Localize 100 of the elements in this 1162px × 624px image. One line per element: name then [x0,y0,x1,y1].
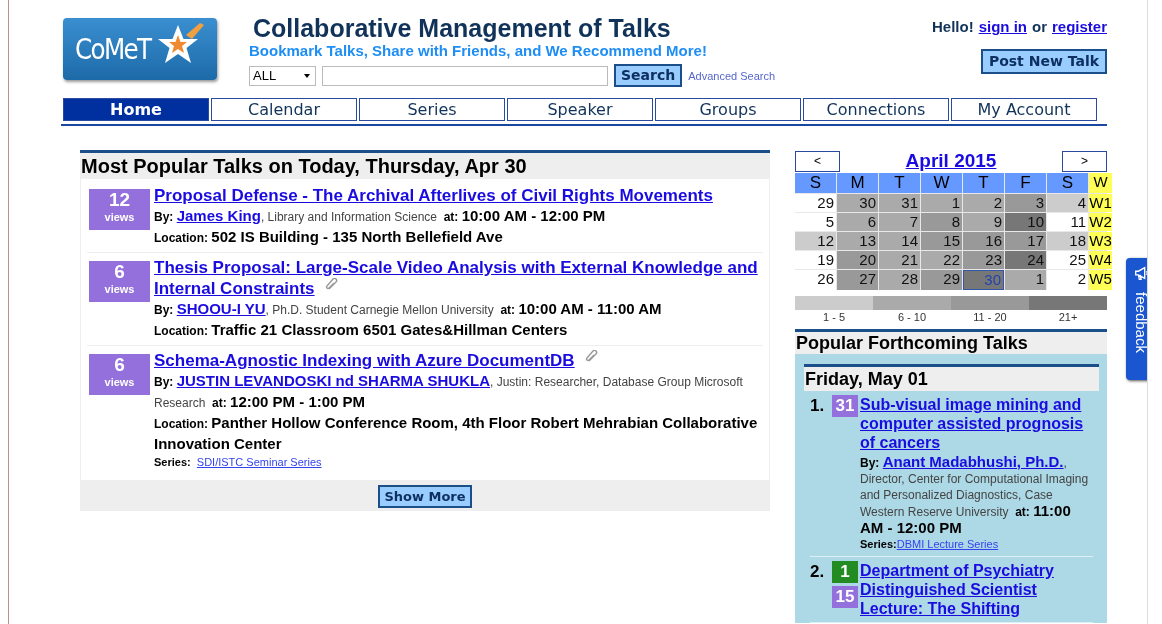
speaker-link[interactable]: SHOOU-I YU [176,300,266,317]
weekday-header: W [921,173,962,193]
calendar-day[interactable]: 29 [795,194,836,212]
speaker-line: By: James King, Library and Information Science at: 10:00 AM - 12:00 PM [154,206,607,226]
show-more-button[interactable]: Show More [378,485,472,508]
calendar-day[interactable]: 18 [1047,232,1088,250]
speaker-line: By: SHOOU-I YU, Ph.D. Student Carnegie Mellon University at: 10:00 AM - 11:00 AM [154,299,663,319]
week-label[interactable]: W2 [1089,213,1112,231]
calendar-day[interactable]: 29 [921,270,962,290]
nav-tab[interactable]: Home [63,98,209,121]
calendar-day[interactable]: 31 [879,194,920,212]
speaker-link[interactable]: James King [176,207,261,224]
week-label[interactable]: W1 [1089,194,1112,212]
calendar-day[interactable]: 26 [795,270,836,290]
calendar-day[interactable]: 17 [1005,232,1046,250]
search-button[interactable]: Search [614,64,683,87]
calendar-day[interactable]: 20 [837,251,878,269]
calendar-day[interactable]: 21 [879,251,920,269]
week-header: W [1089,173,1112,193]
tagline: Bookmark Talks, Share with Friends, and We Recommend More! [249,42,708,60]
calendar-day[interactable]: 2 [963,194,1004,212]
calendar-day[interactable]: 9 [963,213,1004,231]
talk-title-link[interactable]: Sub-visual image mining and computer assisted prognosis of cancers [860,395,1093,452]
logo-text: CoMeT [75,32,151,66]
calendar-day[interactable]: 27 [837,270,878,290]
calendar-day[interactable]: 30 [837,194,878,212]
speaker-link[interactable]: Anant Madabhushi, Ph.D. [882,453,1064,470]
count-badge: 1 [832,561,858,583]
calendar-day[interactable]: 24 [1005,251,1046,269]
series-line: Series: SDI/ISTC Seminar Series [154,455,323,470]
talk-title-link[interactable]: Thesis Proposal: Large-Scale Video Analysis with External Knowledge and Internal Constraints [154,257,763,299]
weekday-header: S [1047,173,1088,193]
week-label[interactable]: W5 [1089,270,1112,290]
register-link[interactable]: register [1051,18,1107,35]
or-text: or [1031,18,1047,35]
series-link[interactable]: SDI/ISTC Seminar Series [196,456,322,468]
nav-tab[interactable]: Calendar [211,98,357,121]
week-label[interactable]: W4 [1089,251,1112,269]
calendar-day[interactable]: 13 [837,232,878,250]
calendar-day[interactable]: 14 [879,232,920,250]
feedback-tab[interactable]: feedback [1126,258,1147,380]
calendar-day[interactable]: 11 [1047,213,1088,231]
comet-logo[interactable]: CoMeT [63,18,217,80]
paperclip-icon [584,350,599,364]
calendar-day[interactable]: 12 [795,232,836,250]
weekday-header: F [1005,173,1046,193]
previous-month-button[interactable]: < [795,150,840,172]
talk-title-link[interactable]: Schema-Agnostic Indexing with Azure DocumentDB [154,350,763,371]
greeting-text: Hello! [931,18,974,35]
calendar-day[interactable]: 16 [963,232,1004,250]
post-new-talk-button[interactable]: Post New Talk [980,49,1107,74]
talk-title-link[interactable]: Proposal Defense - The Archival Afterlives of Civil Rights Movements [154,185,763,206]
advanced-search-link[interactable]: Advanced Search [688,69,776,82]
calendar-day[interactable]: 23 [963,251,1004,269]
calendar-day[interactable]: 8 [921,213,962,231]
weekday-header: S [795,173,836,193]
location-line: Location: 502 IS Building - 135 North Bellefield Ave [154,227,504,247]
category-dropdown[interactable]: ALL [249,65,316,86]
nav-tab[interactable]: My Account [951,98,1097,121]
speaker-line: By: Anant Madabhushi, Ph.D., Director, Center for Computational Imaging and Personalized Diagnostics, Case Western Reserve University at: 11:00 AM - 12:00 PM [860,454,1090,537]
calendar-day[interactable]: 7 [879,213,920,231]
calendar-day[interactable]: 10 [1005,213,1046,231]
nav-tab[interactable]: Speaker [507,98,653,121]
calendar-day[interactable]: 15 [921,232,962,250]
weekday-header: T [963,173,1004,193]
legend-label: 1 - 5 [822,310,846,325]
calendar-day[interactable]: 1 [1005,270,1046,290]
week-label[interactable]: W3 [1089,232,1112,250]
month-link[interactable]: April 2015 [905,150,997,172]
site-title: Collaborative Management of Talks [253,14,672,42]
sign-in-link[interactable]: sign in [978,18,1027,35]
weekday-header: T [879,173,920,193]
calendar-day[interactable]: 28 [879,270,920,290]
calendar-day[interactable]: 2 [1047,270,1088,290]
rank-number: 2. [810,561,826,583]
count-badge: 15 [832,586,858,608]
legend-label: 11 - 20 [972,310,1008,325]
calendar-day[interactable]: 6 [837,213,878,231]
nav-tab[interactable]: Series [359,98,505,121]
calendar-day[interactable]: 19 [795,251,836,269]
rank-number: 1. [810,395,826,417]
views-badge: 12 views [89,189,150,230]
talk-title-link[interactable]: Department of Psychiatry Distinguished Scientist Lecture: The Shifting [860,561,1093,618]
location-line: Location: Panther Hollow Conference Room, 4th Floor Robert Mehrabian Collaborative Innovation Center [154,413,759,454]
nav-tab[interactable]: Groups [655,98,801,121]
calendar-day[interactable]: 3 [1005,194,1046,212]
megaphone-icon [1132,264,1147,282]
series-line: Series:DBMI Lecture Series [860,537,1000,552]
search-field[interactable] [322,65,608,86]
calendar-day[interactable]: 22 [921,251,962,269]
series-link[interactable]: DBMI Lecture Series [896,538,999,550]
next-month-button[interactable]: > [1062,150,1107,172]
calendar-day[interactable]: 4 [1047,194,1088,212]
calendar-day[interactable]: 1 [921,194,962,212]
nav-tab[interactable]: Connections [803,98,949,121]
calendar-day[interactable]: 5 [795,213,836,231]
section-heading: Popular Forthcoming Talks [795,329,1107,354]
calendar-day[interactable]: 25 [1047,251,1088,269]
day-heading: Friday, May 01 [804,364,1099,391]
section-heading: Most Popular Talks on Today, Thursday, Apr 30 [80,154,528,179]
